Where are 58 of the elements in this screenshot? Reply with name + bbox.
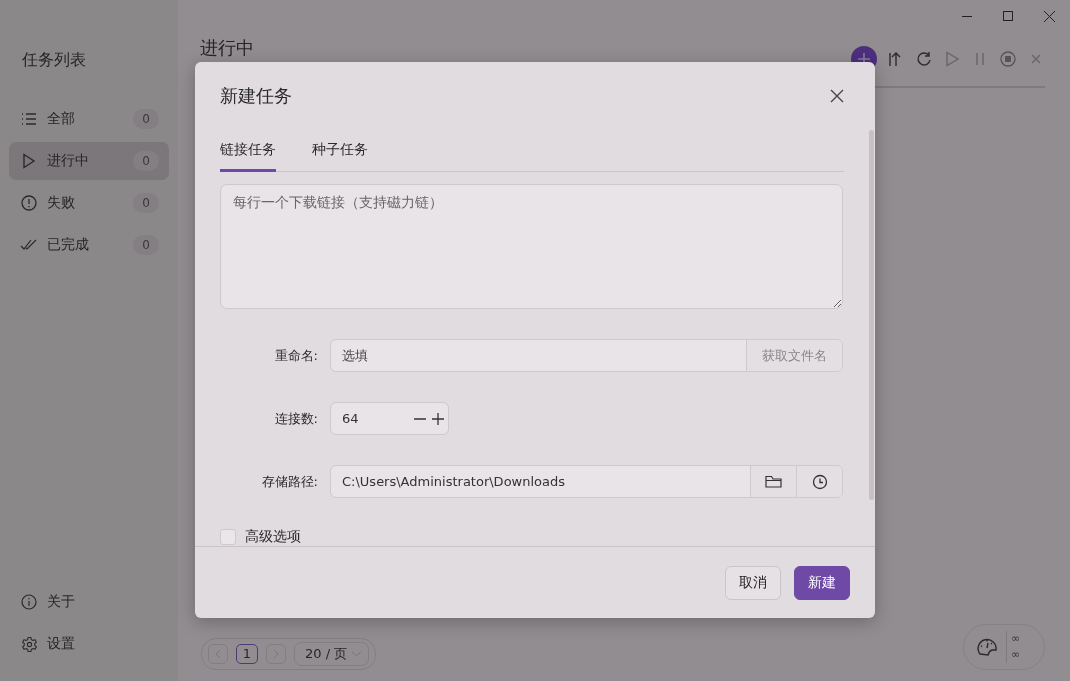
menu-link[interactable]: 设置	[47, 635, 159, 653]
chevron-right-icon	[273, 649, 279, 659]
path-input[interactable]: C:\Users\Administrator\Downloads	[331, 466, 750, 497]
list-icon	[21, 113, 37, 125]
sidebar-title: 任务列表	[22, 49, 87, 71]
field-label: 存储路径:	[260, 472, 318, 491]
info-icon	[21, 594, 37, 610]
item-label: 全部	[47, 110, 76, 128]
tab[interactable]: 种子任务	[312, 131, 368, 172]
close-icon[interactable]	[830, 89, 844, 103]
double-check-icon	[20, 239, 38, 251]
plus-icon[interactable]	[431, 411, 445, 426]
item-label: 已完成	[47, 236, 90, 254]
page-button[interactable]: 1	[236, 644, 258, 664]
speedometer-icon	[976, 637, 998, 657]
create-button[interactable]: 新建	[794, 565, 850, 600]
tab[interactable]: 链接任务	[220, 131, 276, 172]
field-label: 连接数:	[273, 409, 318, 428]
rename-input-group[interactable]: 选填 获取文件名	[330, 339, 843, 372]
scrollbar[interactable]	[869, 130, 874, 500]
dialog-title: 新建任务	[220, 84, 293, 108]
path-input-group[interactable]: C:\Users\Administrator\Downloads	[330, 465, 843, 498]
page-size-select[interactable]: 20 / 页	[294, 642, 370, 666]
settings-icon	[20, 635, 38, 653]
upload-speed: ∞	[1011, 631, 1021, 647]
minimize-icon[interactable]	[962, 15, 972, 17]
maximize-icon[interactable]	[1003, 11, 1013, 21]
stop-icon[interactable]	[999, 50, 1017, 68]
refresh-icon[interactable]	[915, 50, 933, 68]
chevron-down-icon	[351, 651, 363, 657]
fetch-filename-button[interactable]: 获取文件名	[746, 340, 842, 371]
cancel-button[interactable]: 取消	[725, 565, 781, 600]
close-icon[interactable]	[1044, 10, 1055, 22]
count-badge: 0	[133, 193, 159, 213]
sidebar-item[interactable]: 失败 0	[9, 184, 169, 222]
menu-link[interactable]: 关于	[47, 593, 159, 611]
play-icon	[22, 153, 36, 169]
connections-input[interactable]: 64	[331, 403, 413, 434]
links-textarea[interactable]: 每行一个下载链接（支持磁力链）	[220, 184, 843, 309]
chevron-left-icon	[215, 649, 221, 659]
count-badge: 0	[133, 235, 159, 255]
download-speed: ∞	[1011, 647, 1021, 663]
clock-icon[interactable]	[796, 466, 842, 497]
count-badge: 0	[133, 151, 159, 171]
connections-stepper[interactable]: 64	[330, 402, 449, 435]
field-label: 重命名:	[273, 346, 318, 365]
rename-input[interactable]: 选填	[331, 340, 746, 371]
checkbox-label: 高级选项	[245, 528, 301, 546]
item-label: 进行中	[47, 152, 90, 170]
folder-icon[interactable]	[750, 466, 796, 497]
item-label: 失败	[47, 194, 76, 212]
alert-icon	[21, 195, 37, 211]
sidebar-item[interactable]: 全部 0	[9, 100, 169, 138]
sidebar-item[interactable]: 已完成 0	[9, 226, 169, 264]
page-heading: 进行中	[200, 36, 254, 60]
checkbox[interactable]	[220, 529, 236, 545]
sidebar-item[interactable]: 进行中 0	[9, 142, 169, 180]
count-badge: 0	[133, 109, 159, 129]
